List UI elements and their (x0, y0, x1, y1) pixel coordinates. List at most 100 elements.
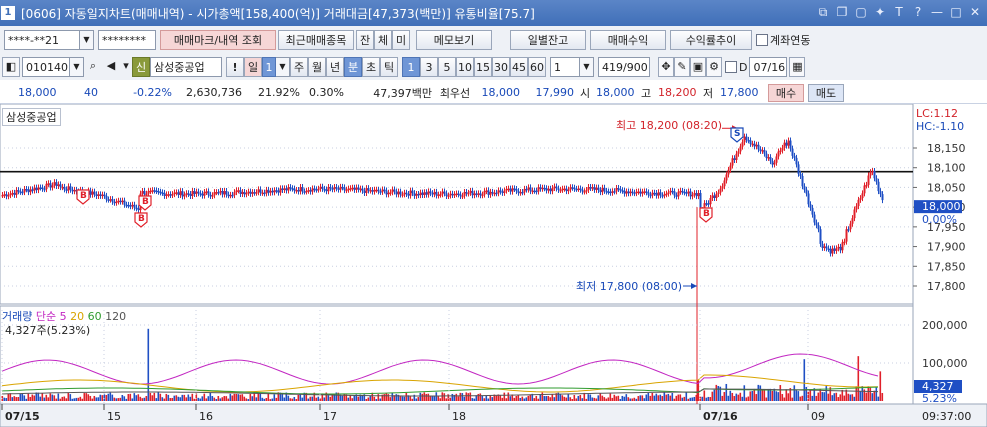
volume-bar (249, 393, 252, 401)
copy-icon[interactable]: ❐ (834, 4, 850, 20)
candle-body (55, 182, 58, 186)
period-count-field[interactable]: 1 (262, 57, 276, 77)
interval-15-button[interactable]: 15 (474, 57, 492, 77)
candle-body (453, 194, 456, 196)
period-week-button[interactable]: 주 (290, 57, 308, 77)
recent-trade-stocks-button[interactable]: 최근매매종목 (278, 30, 354, 50)
volume-bar (745, 397, 748, 401)
help-icon[interactable]: ? (910, 4, 926, 20)
period-second-button[interactable]: 초 (362, 57, 380, 77)
volume-bar (683, 396, 686, 401)
search-icon[interactable]: ⌕ (84, 57, 102, 77)
candle-body (743, 136, 746, 143)
memo-view-button[interactable]: 메모보기 (416, 30, 492, 50)
candle-body (473, 193, 476, 196)
volume-bar (763, 390, 766, 401)
interval-60-button[interactable]: 60 (528, 57, 546, 77)
volume-bar (687, 398, 690, 401)
candle-body (599, 190, 602, 193)
candle-body (807, 193, 810, 205)
gear-icon[interactable]: ⚙ (706, 57, 722, 77)
candle-body (543, 187, 546, 190)
stock-name-field[interactable]: 삼성중공업 (150, 57, 222, 77)
text-icon[interactable]: T (891, 4, 907, 20)
candle-body (305, 190, 308, 193)
buy-button[interactable]: 매수 (768, 83, 804, 102)
volume-bar (469, 392, 472, 401)
calendar-icon[interactable]: ▦ (789, 57, 806, 77)
return-trend-button[interactable]: 수익률추이 (670, 30, 752, 50)
chevron-down-icon[interactable]: ▼ (80, 30, 94, 50)
interval-5-button[interactable]: 5 (438, 57, 456, 77)
volume-sub-label: 4,327주(5.23%) (5, 324, 91, 337)
volume-bar (187, 394, 190, 401)
interval-1-button[interactable]: 1 (402, 57, 420, 77)
chevron-down-icon[interactable]: ▾ (120, 57, 132, 77)
interval-30-button[interactable]: 30 (492, 57, 510, 77)
date-checkbox[interactable] (725, 61, 737, 73)
date-input[interactable]: 07/16 (749, 57, 788, 77)
eraser-icon[interactable]: ✎ (674, 57, 690, 77)
chevron-down-icon[interactable]: ▼ (580, 57, 594, 77)
volume-bar (161, 397, 164, 401)
candle-body (19, 191, 22, 193)
alert-icon[interactable]: ! (226, 57, 244, 77)
filled-button[interactable]: 체 (374, 30, 392, 50)
window-layout-icon[interactable]: ◧ (2, 57, 20, 77)
candle-body (791, 148, 794, 156)
stock-code-input[interactable]: 010140 (22, 57, 70, 77)
period-month-button[interactable]: 월 (308, 57, 326, 77)
account-select[interactable]: ****-**21 (4, 30, 80, 50)
volume-bar (215, 399, 218, 401)
period-tick-button[interactable]: 틱 (380, 57, 398, 77)
period-year-button[interactable]: 년 (326, 57, 344, 77)
pin-icon[interactable]: ✦ (872, 4, 888, 20)
trade-profit-button[interactable]: 매매수익 (590, 30, 666, 50)
link-icon[interactable]: ⧉ (815, 4, 831, 20)
volume-bar (543, 396, 546, 401)
interval-10-button[interactable]: 10 (456, 57, 474, 77)
volume-bar (817, 392, 820, 401)
candle-body (241, 191, 244, 194)
volume-bar (139, 396, 142, 401)
candlestick-chart[interactable]: 18,15018,10018,05018,00017,95017,90017,8… (0, 104, 987, 427)
screen-icon[interactable]: ▢ (853, 4, 869, 20)
period-minute-button[interactable]: 분 (344, 57, 362, 77)
candle-body (755, 144, 758, 147)
candle-body (357, 187, 360, 190)
candle-body (479, 193, 482, 196)
volume-bar (431, 395, 434, 401)
balance-button[interactable]: 잔 (356, 30, 374, 50)
daily-balance-button[interactable]: 일별잔고 (510, 30, 586, 50)
volume-bar (205, 398, 208, 401)
period-day-button[interactable]: 일 (244, 57, 262, 77)
interval-3-button[interactable]: 3 (420, 57, 438, 77)
interval-input[interactable]: 1 (550, 57, 580, 77)
close-icon[interactable]: ✕ (967, 4, 983, 20)
password-field[interactable]: ******** (98, 30, 156, 50)
chevron-down-icon[interactable]: ▼ (276, 57, 290, 77)
candle-body (881, 194, 884, 201)
account-link-checkbox[interactable] (756, 34, 768, 46)
candle-body (397, 191, 400, 195)
sell-button[interactable]: 매도 (808, 83, 844, 102)
minimize-icon[interactable]: — (929, 4, 945, 20)
maximize-icon[interactable]: □ (948, 4, 964, 20)
volume-bar (85, 393, 88, 401)
crosshair-icon[interactable]: ✥ (658, 57, 674, 77)
speaker-icon[interactable]: ◀ (102, 57, 120, 77)
data-count-field[interactable]: 419/900 (598, 57, 650, 77)
interval-45-button[interactable]: 45 (510, 57, 528, 77)
candle-body (309, 190, 312, 192)
volume-bar (523, 398, 526, 401)
candle-body (773, 162, 776, 165)
chevron-down-icon[interactable]: ▼ (70, 57, 84, 77)
save-icon[interactable]: ▣ (690, 57, 706, 77)
volume-bar (185, 397, 188, 401)
trade-mark-query-button[interactable]: 매매마크/내역 조회 (160, 30, 276, 50)
unfilled-button[interactable]: 미 (392, 30, 410, 50)
candle-body (405, 192, 408, 195)
candle-body (475, 193, 478, 195)
volume-bar (559, 393, 562, 401)
chart-area[interactable]: 18,15018,10018,05018,00017,95017,90017,8… (0, 104, 987, 427)
